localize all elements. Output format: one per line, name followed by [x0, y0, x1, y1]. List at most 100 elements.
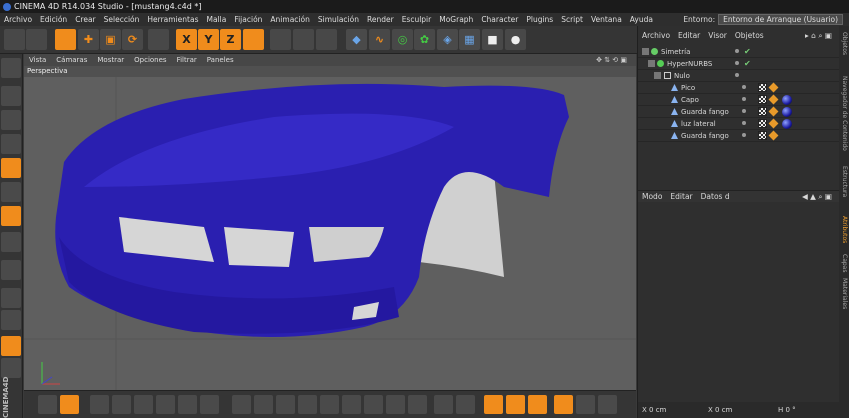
- selection-tag-icon[interactable]: [768, 118, 779, 129]
- viewport-menu-opciones[interactable]: Opciones: [129, 54, 171, 66]
- side-tab-navegador[interactable]: Navegador de Contenido: [840, 76, 848, 151]
- menu-script[interactable]: Script: [557, 13, 587, 26]
- object-row[interactable]: Capo: [638, 94, 840, 106]
- solo-icon[interactable]: [1, 358, 21, 378]
- viewport-menu-mostrar[interactable]: Mostrar: [92, 54, 129, 66]
- stitch-icon[interactable]: [364, 395, 383, 414]
- light-icon[interactable]: ●: [505, 29, 526, 50]
- visibility-dot[interactable]: [735, 61, 739, 65]
- workplane-icon[interactable]: [1, 134, 21, 154]
- matrix-extrude-icon[interactable]: [342, 395, 361, 414]
- weld-icon[interactable]: [276, 395, 295, 414]
- knife-icon[interactable]: [90, 395, 109, 414]
- points-mode-icon[interactable]: [1, 158, 21, 178]
- texture-mode-icon[interactable]: [1, 110, 21, 130]
- x-axis-button[interactable]: X: [176, 29, 197, 50]
- material-tag-icon[interactable]: [782, 95, 792, 105]
- axis-mode-icon[interactable]: [1, 232, 21, 252]
- phong-tag-icon[interactable]: [758, 131, 767, 140]
- render-picture-viewer-icon[interactable]: [293, 29, 314, 50]
- visibility-dot[interactable]: [742, 85, 746, 89]
- menu-edicion[interactable]: Edición: [36, 13, 71, 26]
- visibility-dot[interactable]: [735, 73, 739, 77]
- om-menu-editar[interactable]: Editar: [674, 30, 704, 42]
- menu-mograph[interactable]: MoGraph: [435, 13, 477, 26]
- live-selection-icon[interactable]: [55, 29, 76, 50]
- om-menu-visor[interactable]: Visor: [704, 30, 731, 42]
- am-menu-editar[interactable]: Editar: [666, 191, 696, 203]
- menu-animacion[interactable]: Animación: [266, 13, 313, 26]
- selection-tag-icon[interactable]: [768, 94, 779, 105]
- dissolve-icon[interactable]: [456, 395, 475, 414]
- rotate-icon[interactable]: ⟳: [122, 29, 143, 50]
- side-tab-objetos[interactable]: Objetos: [840, 32, 848, 55]
- cube-icon[interactable]: ◆: [346, 29, 367, 50]
- menu-character[interactable]: Character: [477, 13, 522, 26]
- material-tag-icon[interactable]: [782, 119, 792, 129]
- snap-icon[interactable]: [1, 260, 21, 280]
- object-row[interactable]: HyperNURBS ✔: [638, 58, 840, 70]
- model-mode-icon[interactable]: [1, 86, 21, 106]
- menu-esculpir[interactable]: Esculpir: [398, 13, 436, 26]
- coord-x2-field[interactable]: X 0 cm: [708, 402, 732, 418]
- object-row[interactable]: luz lateral: [638, 118, 840, 130]
- connect-icon[interactable]: [434, 395, 453, 414]
- menu-plugins[interactable]: Plugins: [522, 13, 557, 26]
- visibility-dot[interactable]: [742, 109, 746, 113]
- coord-h-field[interactable]: H 0 °: [778, 402, 796, 418]
- move-icon[interactable]: ✚: [78, 29, 99, 50]
- recent-tools-icon[interactable]: [148, 29, 169, 50]
- object-row[interactable]: Pico: [638, 82, 840, 94]
- menu-crear[interactable]: Crear: [71, 13, 99, 26]
- mirror-icon[interactable]: [298, 395, 317, 414]
- selection-tag-icon[interactable]: [768, 82, 779, 93]
- spline-icon[interactable]: ∿: [369, 29, 390, 50]
- split-icon[interactable]: [254, 395, 273, 414]
- visibility-dot[interactable]: [742, 97, 746, 101]
- am-menu-modo[interactable]: Modo: [638, 191, 666, 203]
- deformer-icon[interactable]: ◈: [437, 29, 458, 50]
- am-menu-datos[interactable]: Datos d: [697, 191, 734, 203]
- object-row[interactable]: Simetría ✔: [638, 46, 840, 58]
- viewport[interactable]: Vista Cámaras Mostrar Opciones Filtrar Panele…: [24, 54, 636, 390]
- tweak-icon[interactable]: [1, 288, 21, 308]
- scale-tool-icon[interactable]: [506, 395, 525, 414]
- smooth-icon[interactable]: [320, 395, 339, 414]
- select-icon[interactable]: [38, 395, 57, 414]
- scale-icon[interactable]: ▣: [100, 29, 121, 50]
- om-nav-icons[interactable]: ▸ ⌂ ⌕ ▣: [801, 30, 836, 42]
- selection-tag-icon[interactable]: [768, 106, 779, 117]
- viewport-nav-icons[interactable]: ✥ ⇅ ⟲ ▣: [591, 54, 632, 66]
- side-tab-atributos[interactable]: Atributos: [840, 216, 848, 243]
- menu-fijacion[interactable]: Fijación: [230, 13, 266, 26]
- om-menu-archivo[interactable]: Archivo: [638, 30, 674, 42]
- y-axis-button[interactable]: Y: [198, 29, 219, 50]
- edges-tool-icon[interactable]: [576, 395, 595, 414]
- coordinate-system-icon[interactable]: [243, 29, 264, 50]
- expand-icon[interactable]: [648, 60, 655, 67]
- object-row[interactable]: Guarda fango: [638, 106, 840, 118]
- polygons-mode-icon[interactable]: [1, 206, 21, 226]
- iron-icon[interactable]: [386, 395, 405, 414]
- expand-icon[interactable]: [642, 48, 649, 55]
- visibility-dot[interactable]: [742, 121, 746, 125]
- coord-x-field[interactable]: X 0 cm: [642, 402, 666, 418]
- visibility-dot[interactable]: [735, 49, 739, 53]
- layout-dropdown[interactable]: Entorno de Arranque (Usuario): [718, 14, 843, 25]
- edges-mode-icon[interactable]: [1, 182, 21, 202]
- redo-icon[interactable]: [26, 29, 47, 50]
- material-tag-icon[interactable]: [782, 107, 792, 117]
- make-editable-icon[interactable]: [1, 58, 21, 78]
- side-tab-estructura[interactable]: Estructura: [840, 166, 848, 197]
- lock-workplane-icon[interactable]: [1, 336, 21, 356]
- viewport-menu-filtrar[interactable]: Filtrar: [172, 54, 202, 66]
- menu-archivo[interactable]: Archivo: [0, 13, 36, 26]
- polygons-tool-icon[interactable]: [598, 395, 617, 414]
- viewport-menu-paneles[interactable]: Paneles: [202, 54, 239, 66]
- mograph-icon[interactable]: ✿: [414, 29, 435, 50]
- menu-herramientas[interactable]: Herramientas: [143, 13, 202, 26]
- viewport-menu-camaras[interactable]: Cámaras: [51, 54, 92, 66]
- object-row[interactable]: Nulo: [638, 70, 840, 82]
- menu-seleccion[interactable]: Selección: [100, 13, 144, 26]
- slide-icon[interactable]: [408, 395, 427, 414]
